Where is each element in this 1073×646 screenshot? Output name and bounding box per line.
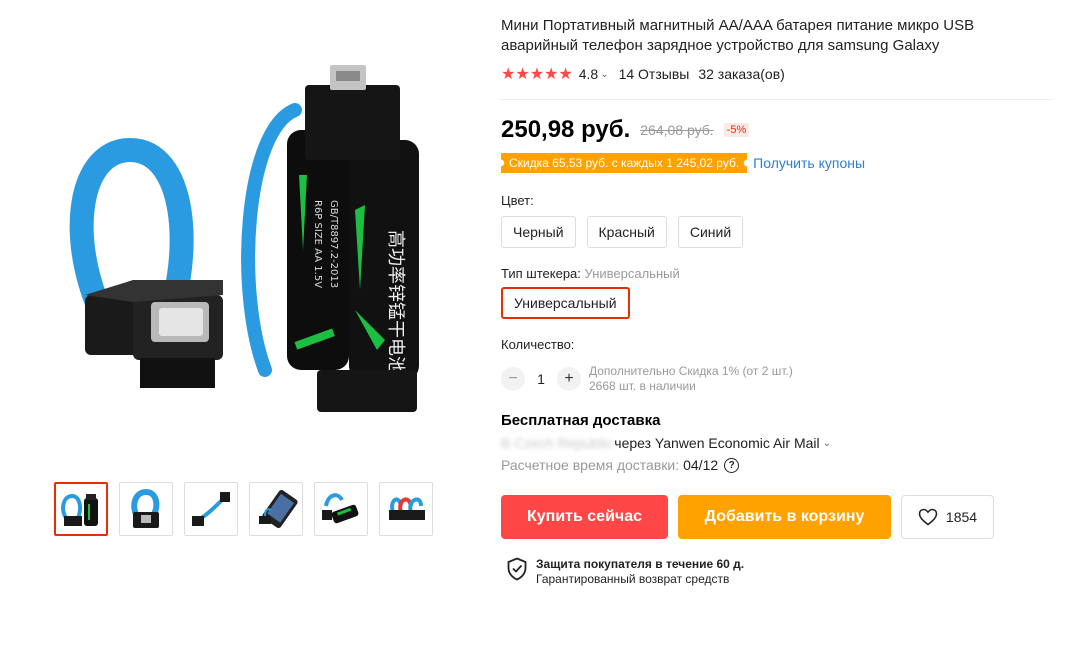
coupon-badge: Скидка 65,53 руб. с каждых 1 245,02 руб. [501,153,747,173]
plug-type-label: Тип штекера: Универсальный [501,266,1053,281]
wishlist-count: 1854 [945,509,978,525]
shipping-title: Бесплатная доставка [501,412,661,429]
thumbnail-3[interactable] [184,482,238,536]
action-buttons: Купить сейчас Добавить в корзину 1854 [501,495,1053,539]
delivery-estimate-label: Расчетное время доставки: [501,457,680,473]
rating-row: ★★★★★ 4.8 ⌄ 14 Отзывы 32 заказа(ов) [501,64,1053,84]
divider [501,99,1053,100]
buyer-protection-text: Защита покупателя в течение 60 д. Гарант… [536,557,744,587]
heart-icon [918,508,938,526]
product-title: Мини Портативный магнитный AA/AAA батаре… [501,17,975,54]
extra-discount-text: Дополнительно Скидка 1% (от 2 шт.) [589,364,793,378]
color-option-red[interactable]: Красный [586,216,667,248]
rating-stars: ★★★★★ [501,66,573,83]
current-price: 250,98 руб. [501,116,631,143]
shipping-method[interactable]: через Yanwen Economic Air Mail [614,435,819,451]
orders-count: 32 заказа(ов) [698,66,785,82]
help-icon[interactable]: ? [724,457,740,473]
shipping-method-row[interactable]: В Czech Republic через Yanwen Economic A… [501,435,1053,451]
discount-badge: -5% [723,123,750,137]
main-product-image[interactable]: R6P SIZE AA 1.5V GB/T8897.2-2013 高功率锌锰干电… [55,40,455,450]
thumbnail-strip [54,482,433,536]
svg-text:GB/T8897.2-2013: GB/T8897.2-2013 [328,200,339,288]
quantity-stepper: − 1 + Дополнительно Скидка 1% (от 2 шт.)… [501,364,1053,394]
quantity-label: Количество: [501,337,575,352]
plug-type-selected-value: Универсальный [584,266,680,281]
thumbnail-1[interactable] [54,482,108,536]
plug-options: Универсальный [501,287,1053,319]
product-info: Мини Портативный магнитный AA/AAA батаре… [501,16,1053,587]
thumbnail-5[interactable] [314,482,368,536]
color-option-blue[interactable]: Синий [677,216,744,248]
thumbnail-2[interactable] [119,482,173,536]
thumbnail-4[interactable] [249,482,303,536]
color-option-black[interactable]: Черный [501,216,576,248]
price-row: 250,98 руб. 264,08 руб. -5% [501,116,1053,144]
rating-value[interactable]: 4.8 [579,66,598,82]
buyer-protection-subtitle: Гарантированный возврат средств [536,572,730,586]
thumbnail-6[interactable] [379,482,433,536]
wishlist-button[interactable]: 1854 [901,495,994,539]
svg-text:高功率锌锰干电池: 高功率锌锰干电池 [385,230,406,374]
get-coupons-link[interactable]: Получить купоны [753,155,865,171]
buyer-protection-title: Защита покупателя в течение 60 д. [536,557,745,571]
svg-text:R6P SIZE AA 1.5V: R6P SIZE AA 1.5V [312,200,323,288]
quantity-minus-button[interactable]: − [501,367,525,391]
quantity-plus-button[interactable]: + [557,367,581,391]
shipping-destination: В Czech Republic [501,435,613,451]
color-label: Цвет: [501,193,534,208]
quantity-value[interactable]: 1 [525,371,557,387]
plug-type-title: Тип штекера: [501,266,581,281]
add-to-cart-button[interactable]: Добавить в корзину [678,495,891,539]
delivery-estimate-row: Расчетное время доставки: 04/12 ? [501,457,1053,473]
stock-text: 2668 шт. в наличии [589,379,696,393]
quantity-info: Дополнительно Скидка 1% (от 2 шт.) 2668 … [589,364,793,394]
coupon-row: Скидка 65,53 руб. с каждых 1 245,02 руб.… [501,153,1053,173]
chevron-down-icon[interactable]: ⌄ [823,438,831,449]
chevron-down-icon[interactable]: ⌄ [600,69,608,80]
color-options: Черный Красный Синий [501,216,1053,248]
buyer-protection: Защита покупателя в течение 60 д. Гарант… [506,557,1053,587]
delivery-estimate-date: 04/12 [683,457,719,473]
plug-option-universal[interactable]: Универсальный [501,287,630,319]
reviews-link[interactable]: 14 Отзывы [619,66,690,82]
buy-now-button[interactable]: Купить сейчас [501,495,668,539]
old-price: 264,08 руб. [640,122,714,138]
shield-check-icon [507,557,527,581]
